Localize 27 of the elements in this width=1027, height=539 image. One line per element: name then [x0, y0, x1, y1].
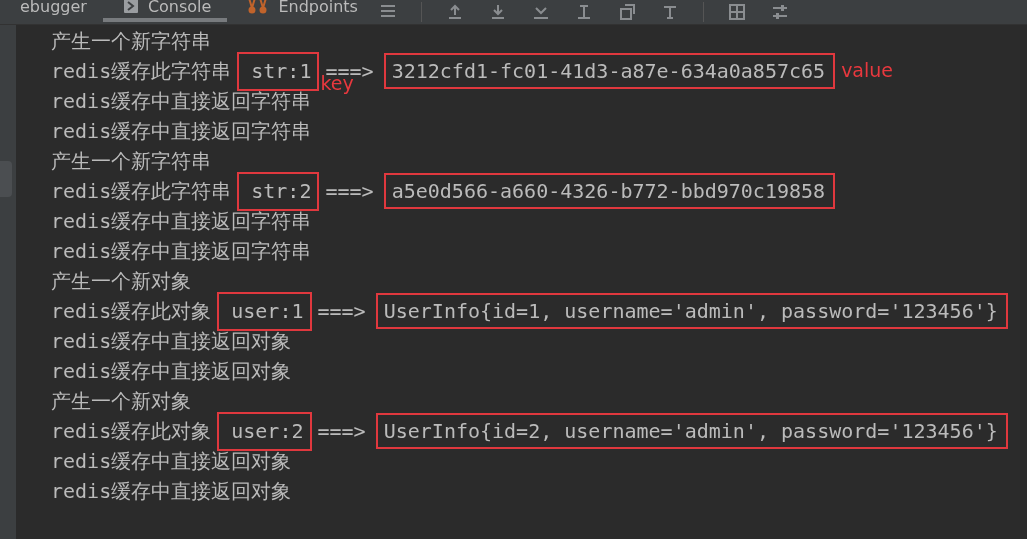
- cache-key: str:2: [237, 171, 320, 211]
- console-text: redis缓存此字符串: [51, 57, 233, 85]
- console-text: redis缓存中直接返回字符串: [51, 117, 312, 145]
- console-text: 产生一个新字符串: [51, 147, 211, 175]
- arrow-text: ===>: [317, 419, 366, 443]
- console-text: 产生一个新对象: [51, 267, 191, 295]
- arrow-text: ===>: [325, 179, 374, 203]
- console-text: 产生一个新对象: [51, 387, 191, 415]
- console-text: redis缓存中直接返回对象: [51, 357, 292, 385]
- console-text: redis缓存此对象: [51, 417, 213, 445]
- cache-value: UserInfo{id=2, username='admin', password='123456'}: [375, 413, 1008, 449]
- cache-value: a5e0d566-a660-4326-b772-bbd970c19858: [383, 173, 836, 209]
- console-text: redis缓存中直接返回对象: [51, 477, 292, 505]
- cache-key: user:2: [217, 411, 312, 451]
- console-text: 产生一个新字符串: [51, 27, 211, 55]
- console-text: redis缓存中直接返回字符串: [51, 87, 312, 115]
- tab[interactable]: ebugger: [0, 0, 103, 22]
- console-text: redis缓存此对象: [51, 297, 213, 325]
- tab[interactable]: Endpoints: [227, 0, 374, 22]
- tab[interactable]: Console: [102, 0, 228, 22]
- value-annotation: value: [841, 59, 894, 81]
- console-text: redis缓存中直接返回字符串: [51, 237, 312, 265]
- cache-value: UserInfo{id=1, username='admin', password='123456'}: [375, 293, 1008, 329]
- console-text: redis缓存此字符串: [51, 177, 233, 205]
- arrow-text: ===>: [317, 299, 366, 323]
- layout-icon[interactable]: [726, 2, 747, 22]
- cache-key: user:1: [217, 291, 312, 331]
